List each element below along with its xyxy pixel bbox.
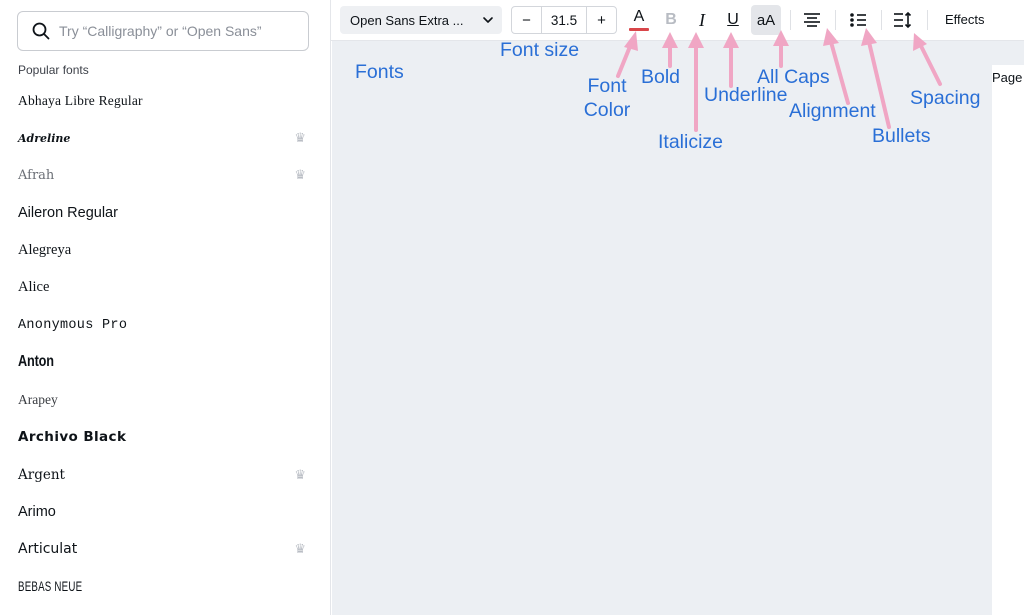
annotation-alignment: Alignment xyxy=(789,100,876,122)
annotation-all-caps: All Caps xyxy=(757,66,830,88)
annotation-arrows xyxy=(616,28,942,132)
annotation-font-color-line2: Color xyxy=(583,99,631,121)
annotation-bullets: Bullets xyxy=(872,125,931,147)
annotation-spacing: Spacing xyxy=(910,87,981,109)
annotation-bold: Bold xyxy=(641,66,681,88)
annotation-font-color-line1: Font xyxy=(587,75,627,97)
annotation-fonts: Fonts xyxy=(355,61,404,83)
annotation-font-size: Font size xyxy=(500,39,580,61)
annotation-font-color: Font Color xyxy=(581,74,633,122)
annotation-italicize: Italicize xyxy=(658,131,724,153)
